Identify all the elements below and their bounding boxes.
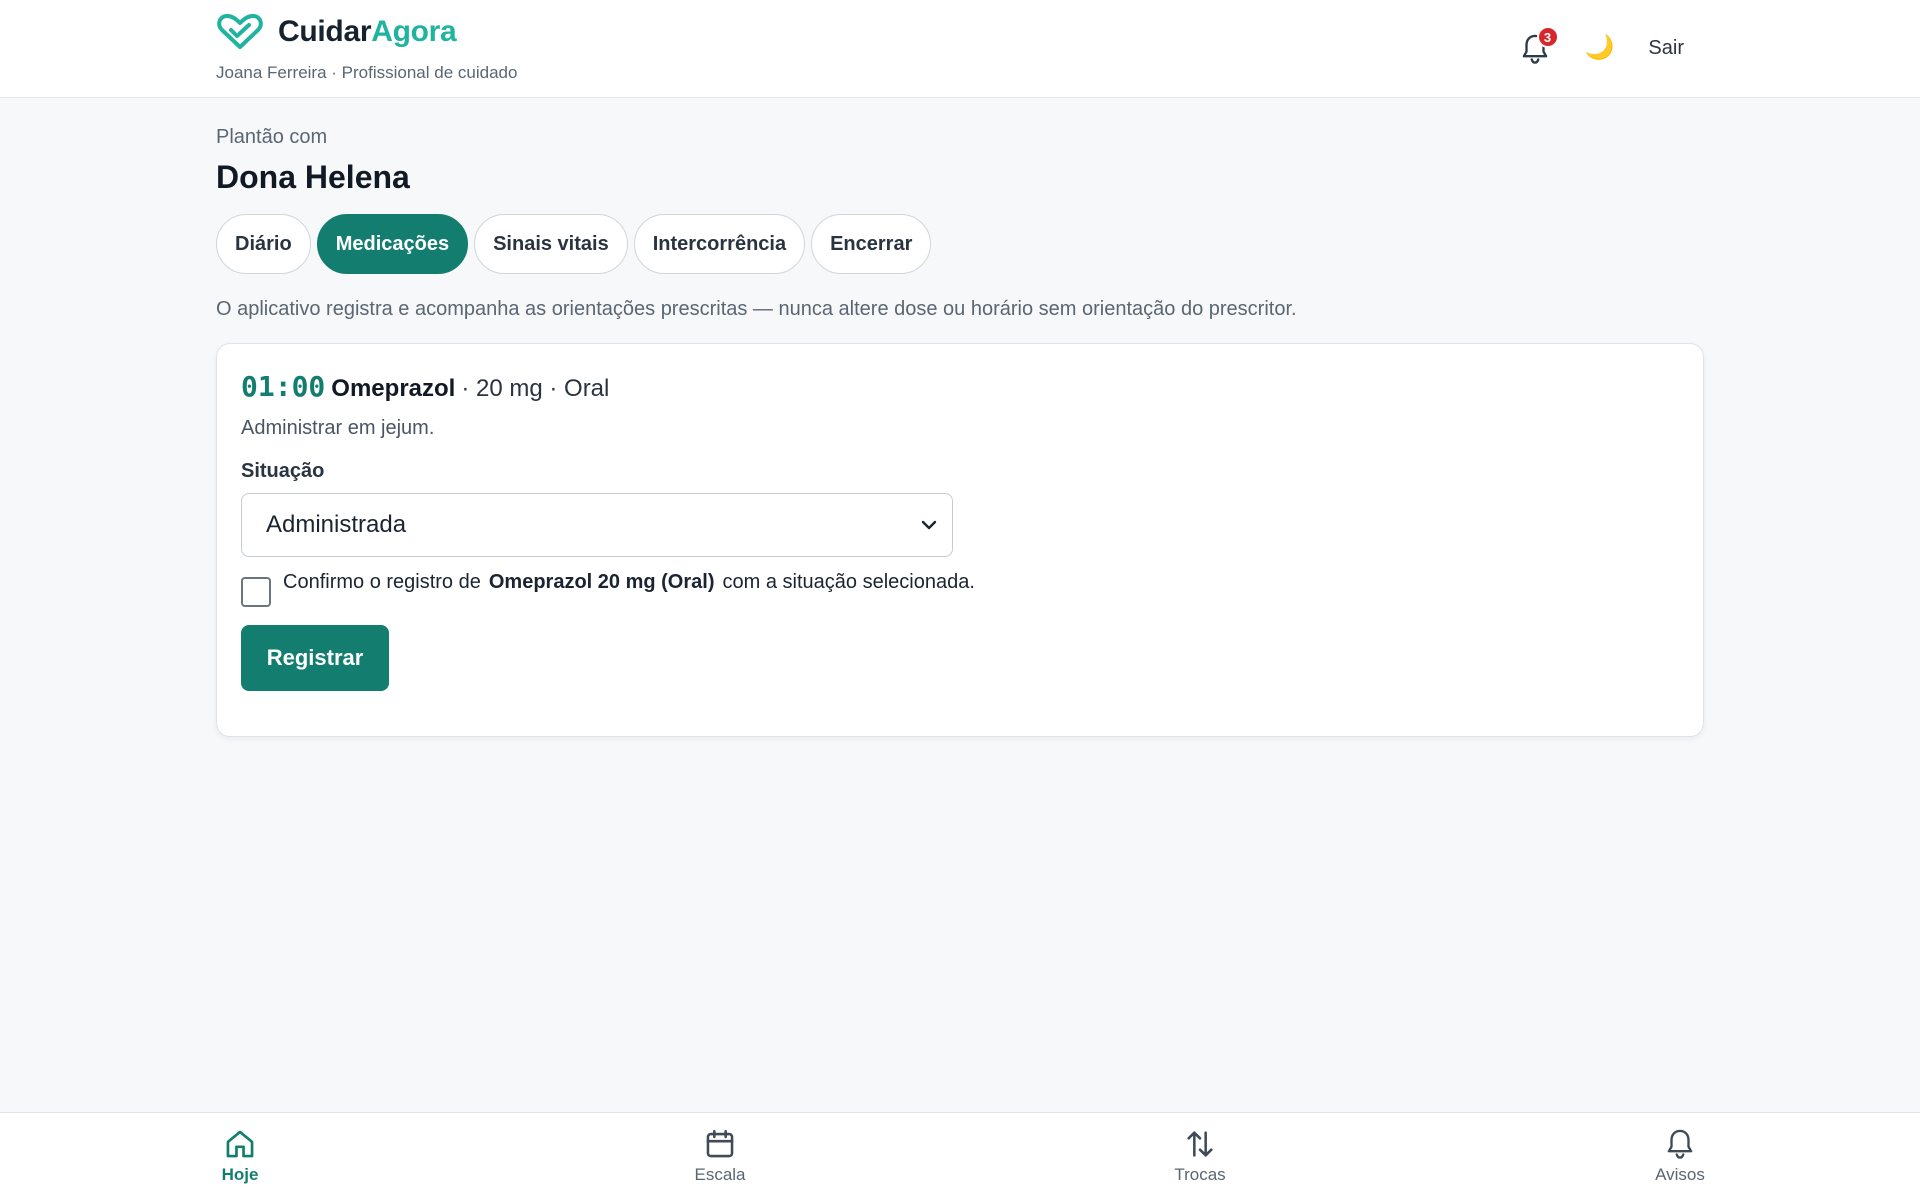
shift-tabs: Diário Medicações Sinais vitais Intercor… bbox=[216, 214, 1704, 274]
nav-item-avisos[interactable]: Avisos bbox=[1488, 1113, 1872, 1200]
nav-label-hoje: Hoje bbox=[221, 1165, 259, 1184]
brand-name-part2: Agora bbox=[371, 15, 457, 48]
confirm-text: Confirmo o registro de Omeprazol 20 mg (O… bbox=[283, 571, 975, 594]
shift-label: Plantão com bbox=[216, 126, 328, 148]
medication-header: 01:00 Omeprazol · 20 mg · Oral bbox=[241, 370, 1679, 403]
prescription-notice: O aplicativo registra e acompanha as ori… bbox=[216, 298, 1297, 320]
medication-card: 01:00 Omeprazol · 20 mg · Oral Administr… bbox=[216, 343, 1704, 737]
register-button[interactable]: Registrar bbox=[241, 625, 389, 691]
tab-intercorrencia[interactable]: Intercorrência bbox=[633, 214, 806, 274]
confirm-text-medication: Omeprazol 20 mg (Oral) bbox=[488, 571, 715, 593]
confirm-checkbox[interactable] bbox=[241, 577, 271, 607]
tab-encerrar[interactable]: Encerrar bbox=[811, 214, 932, 274]
calendar-icon bbox=[706, 1129, 734, 1158]
swap-arrows-icon bbox=[1187, 1131, 1213, 1157]
patient-name: Dona Helena bbox=[216, 159, 410, 195]
heart-logo-icon bbox=[217, 14, 263, 49]
medication-dose-route: · 20 mg · Oral bbox=[461, 375, 610, 402]
top-bar: CuidarAgora Joana Ferreira · Profissiona… bbox=[0, 0, 1920, 98]
main-content: Plantão com Dona Helena Diário Medicaçõe… bbox=[216, 98, 1704, 737]
nav-label-escala: Escala bbox=[694, 1165, 746, 1184]
nav-item-trocas[interactable]: Trocas bbox=[1008, 1113, 1392, 1200]
theme-toggle-moon-icon[interactable]: 🌙 bbox=[1585, 26, 1615, 70]
status-label: Situação bbox=[241, 460, 325, 482]
notification-count-badge: 3 bbox=[1536, 26, 1559, 48]
nav-label-avisos: Avisos bbox=[1655, 1165, 1705, 1184]
tab-diario[interactable]: Diário bbox=[216, 214, 311, 274]
tab-sinais-vitais[interactable]: Sinais vitais bbox=[474, 214, 628, 274]
brand-name-part1: Cuidar bbox=[278, 15, 372, 48]
chevron-down-icon bbox=[921, 520, 937, 530]
status-select-value: Administrada bbox=[266, 511, 407, 538]
confirm-text-suffix: com a situação selecionada. bbox=[722, 571, 975, 593]
bottom-nav: Hoje Escala Trocas Avisos bbox=[0, 1112, 1920, 1200]
status-select[interactable]: Administrada bbox=[241, 493, 953, 557]
bell-icon bbox=[1667, 1129, 1693, 1159]
logout-button[interactable]: Sair bbox=[1644, 29, 1688, 68]
medication-instructions: Administrar em jejum. bbox=[241, 417, 435, 439]
notifications-button[interactable]: 3 bbox=[1515, 26, 1559, 70]
header-actions: 3 🌙 Sair bbox=[1515, 26, 1688, 70]
brand-name: CuidarAgora bbox=[278, 15, 457, 49]
nav-label-trocas: Trocas bbox=[1174, 1165, 1226, 1184]
confirm-text-prefix: Confirmo o registro de bbox=[283, 571, 481, 593]
nav-item-escala[interactable]: Escala bbox=[528, 1113, 912, 1200]
medication-name: Omeprazol bbox=[331, 375, 456, 402]
nav-item-hoje[interactable]: Hoje bbox=[48, 1113, 432, 1200]
medication-time: 01:00 bbox=[241, 370, 326, 403]
brand[interactable]: CuidarAgora bbox=[216, 14, 457, 50]
user-info: Joana Ferreira · Profissional de cuidado bbox=[216, 63, 518, 82]
confirm-row: Confirmo o registro de Omeprazol 20 mg (O… bbox=[241, 571, 1679, 607]
home-icon bbox=[226, 1130, 254, 1158]
tab-medicacoes[interactable]: Medicações bbox=[316, 214, 469, 274]
